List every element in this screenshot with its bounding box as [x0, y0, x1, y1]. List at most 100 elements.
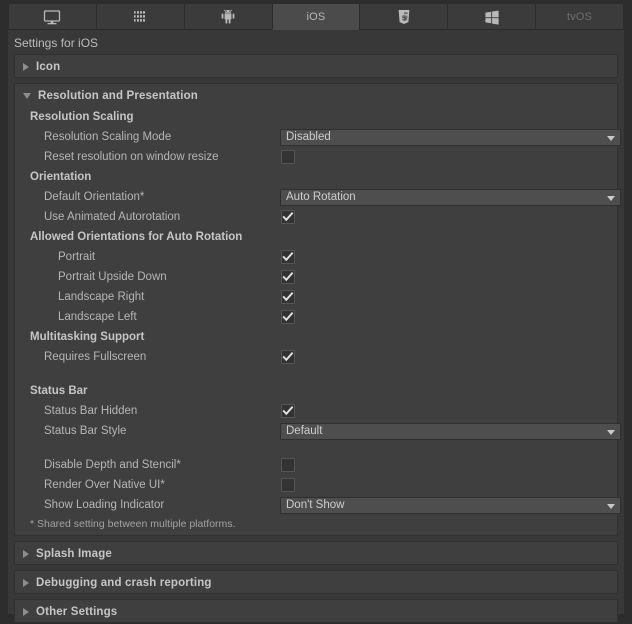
foldout-icon-header[interactable]: Icon: [15, 55, 617, 79]
checkbox-portrait-upside-down[interactable]: [281, 270, 295, 284]
setting-row-status-bar-style: Status Bar Style Default: [15, 422, 617, 442]
foldout-splash-header[interactable]: Splash Image: [15, 542, 617, 566]
foldout-splash-image[interactable]: Splash Image: [14, 541, 618, 565]
check-icon: [282, 251, 294, 263]
checkbox-status-bar-hidden[interactable]: [281, 404, 295, 418]
label: Landscape Left: [58, 311, 137, 323]
label: Allowed Orientations for Auto Rotation: [30, 231, 242, 243]
label: Render Over Native UI*: [44, 479, 165, 491]
check-icon: [282, 271, 294, 283]
tab-tvos[interactable]: tvOS: [535, 3, 624, 30]
android-icon: [219, 8, 237, 26]
foldout-debugging[interactable]: Debugging and crash reporting: [14, 570, 618, 594]
foldout-other-settings[interactable]: Other Settings: [14, 599, 618, 623]
row-spacer: [15, 368, 617, 382]
dropdown-resolution-scaling-mode[interactable]: Disabled: [280, 129, 621, 146]
label: Status Bar: [30, 385, 88, 397]
setting-row-portrait-upside-down: Portrait Upside Down: [15, 268, 617, 288]
setting-row-requires-fullscreen: Requires Fullscreen: [15, 348, 617, 368]
checkbox-requires-fullscreen[interactable]: [281, 350, 295, 364]
chevron-down-icon: [607, 136, 615, 141]
chevron-down-icon: [607, 196, 615, 201]
dropdown-show-loading-indicator[interactable]: Don't Show: [280, 497, 621, 514]
label: Reset resolution on window resize: [44, 151, 219, 163]
foldout-debugging-label: Debugging and crash reporting: [36, 577, 212, 589]
chevron-down-icon: [23, 93, 31, 99]
chevron-right-icon: [23, 550, 29, 558]
foldout-other-header[interactable]: Other Settings: [15, 600, 617, 624]
tab-html5[interactable]: 5: [359, 3, 447, 30]
checkbox-landscape-left[interactable]: [281, 310, 295, 324]
setting-row-disable-depth-and-stencil: Disable Depth and Stencil*: [15, 456, 617, 476]
setting-row-render-over-native-ui: Render Over Native UI*: [15, 476, 617, 496]
chevron-right-icon: [23, 63, 29, 71]
group-header-resolution-scaling: Resolution Scaling: [15, 108, 617, 128]
check-icon: [282, 211, 294, 223]
check-icon: [282, 291, 294, 303]
setting-row-landscape-left: Landscape Left: [15, 308, 617, 328]
label: Portrait Upside Down: [58, 271, 167, 283]
check-icon: [282, 405, 294, 417]
setting-row-show-loading-indicator: Show Loading Indicator Don't Show: [15, 496, 617, 516]
setting-row-status-bar-hidden: Status Bar Hidden: [15, 402, 617, 422]
label: Show Loading Indicator: [44, 499, 164, 511]
group-header-status-bar: Status Bar: [15, 382, 617, 402]
chevron-down-icon: [607, 504, 615, 509]
tab-android[interactable]: [184, 3, 272, 30]
label: Status Bar Style: [44, 425, 126, 437]
dropdown-default-orientation[interactable]: Auto Rotation: [280, 189, 621, 206]
setting-row-landscape-right: Landscape Right: [15, 288, 617, 308]
foldout-resolution-label: Resolution and Presentation: [38, 90, 198, 102]
shared-setting-footnote: * Shared setting between multiple platfo…: [30, 518, 235, 530]
dropdown-value: Auto Rotation: [286, 191, 356, 203]
svg-text:5: 5: [402, 15, 406, 22]
group-header-orientation: Orientation: [15, 168, 617, 188]
label: Disable Depth and Stencil*: [44, 459, 181, 471]
resolution-settings-list: Resolution Scaling Resolution Scaling Mod…: [15, 108, 617, 516]
dropdown-status-bar-style[interactable]: Default: [280, 423, 621, 440]
setting-row-default-orientation: Default Orientation* Auto Rotation: [15, 188, 617, 208]
checkbox-use-animated-autorotation[interactable]: [281, 210, 295, 224]
windows-icon: [483, 8, 501, 26]
tab-tvos-label: tvOS: [567, 11, 592, 23]
checkbox-disable-depth-and-stencil[interactable]: [281, 458, 295, 472]
label: Orientation: [30, 171, 91, 183]
label: Resolution Scaling: [30, 111, 134, 123]
group-header-allowed-orientations-for-auto-rotation: Allowed Orientations for Auto Rotation: [15, 228, 617, 248]
label: Status Bar Hidden: [44, 405, 137, 417]
dropdown-value: Don't Show: [286, 499, 344, 511]
label: Requires Fullscreen: [44, 351, 146, 363]
foldout-icon[interactable]: Icon: [14, 54, 618, 78]
page-title: Settings for iOS: [14, 36, 98, 50]
foldout-icon-label: Icon: [36, 61, 60, 73]
tab-standalone[interactable]: [8, 3, 96, 30]
checkbox-landscape-right[interactable]: [281, 290, 295, 304]
checkbox-render-over-native-ui[interactable]: [281, 478, 295, 492]
monitor-icon: [43, 8, 61, 26]
label: Multitasking Support: [30, 331, 144, 343]
foldout-resolution-and-presentation: Resolution and Presentation Resolution S…: [14, 83, 618, 536]
setting-row-portrait: Portrait: [15, 248, 617, 268]
setting-row-use-animated-autorotation: Use Animated Autorotation: [15, 208, 617, 228]
label: Portrait: [58, 251, 95, 263]
platform-tab-bar: iOS 5 tvOS: [8, 3, 624, 30]
foldout-debugging-header[interactable]: Debugging and crash reporting: [15, 571, 617, 595]
dropdown-value: Default: [286, 425, 322, 437]
check-icon: [282, 351, 294, 363]
tab-ios[interactable]: iOS: [272, 3, 360, 30]
chevron-right-icon: [23, 579, 29, 587]
label: Landscape Right: [58, 291, 144, 303]
checkbox-portrait[interactable]: [281, 250, 295, 264]
html5-icon: 5: [395, 8, 413, 26]
tab-windows[interactable]: [447, 3, 535, 30]
chevron-right-icon: [23, 608, 29, 616]
label: Use Animated Autorotation: [44, 211, 180, 223]
label: Default Orientation*: [44, 191, 144, 203]
setting-row-reset-resolution-on-window-resize: Reset resolution on window resize: [15, 148, 617, 168]
server-icon: [131, 8, 149, 26]
foldout-resolution-header[interactable]: Resolution and Presentation: [15, 84, 617, 108]
row-spacer: [15, 442, 617, 456]
label: Resolution Scaling Mode: [44, 131, 171, 143]
tab-webgl[interactable]: [96, 3, 184, 30]
checkbox-reset-resolution-on-window-resize[interactable]: [281, 150, 295, 164]
